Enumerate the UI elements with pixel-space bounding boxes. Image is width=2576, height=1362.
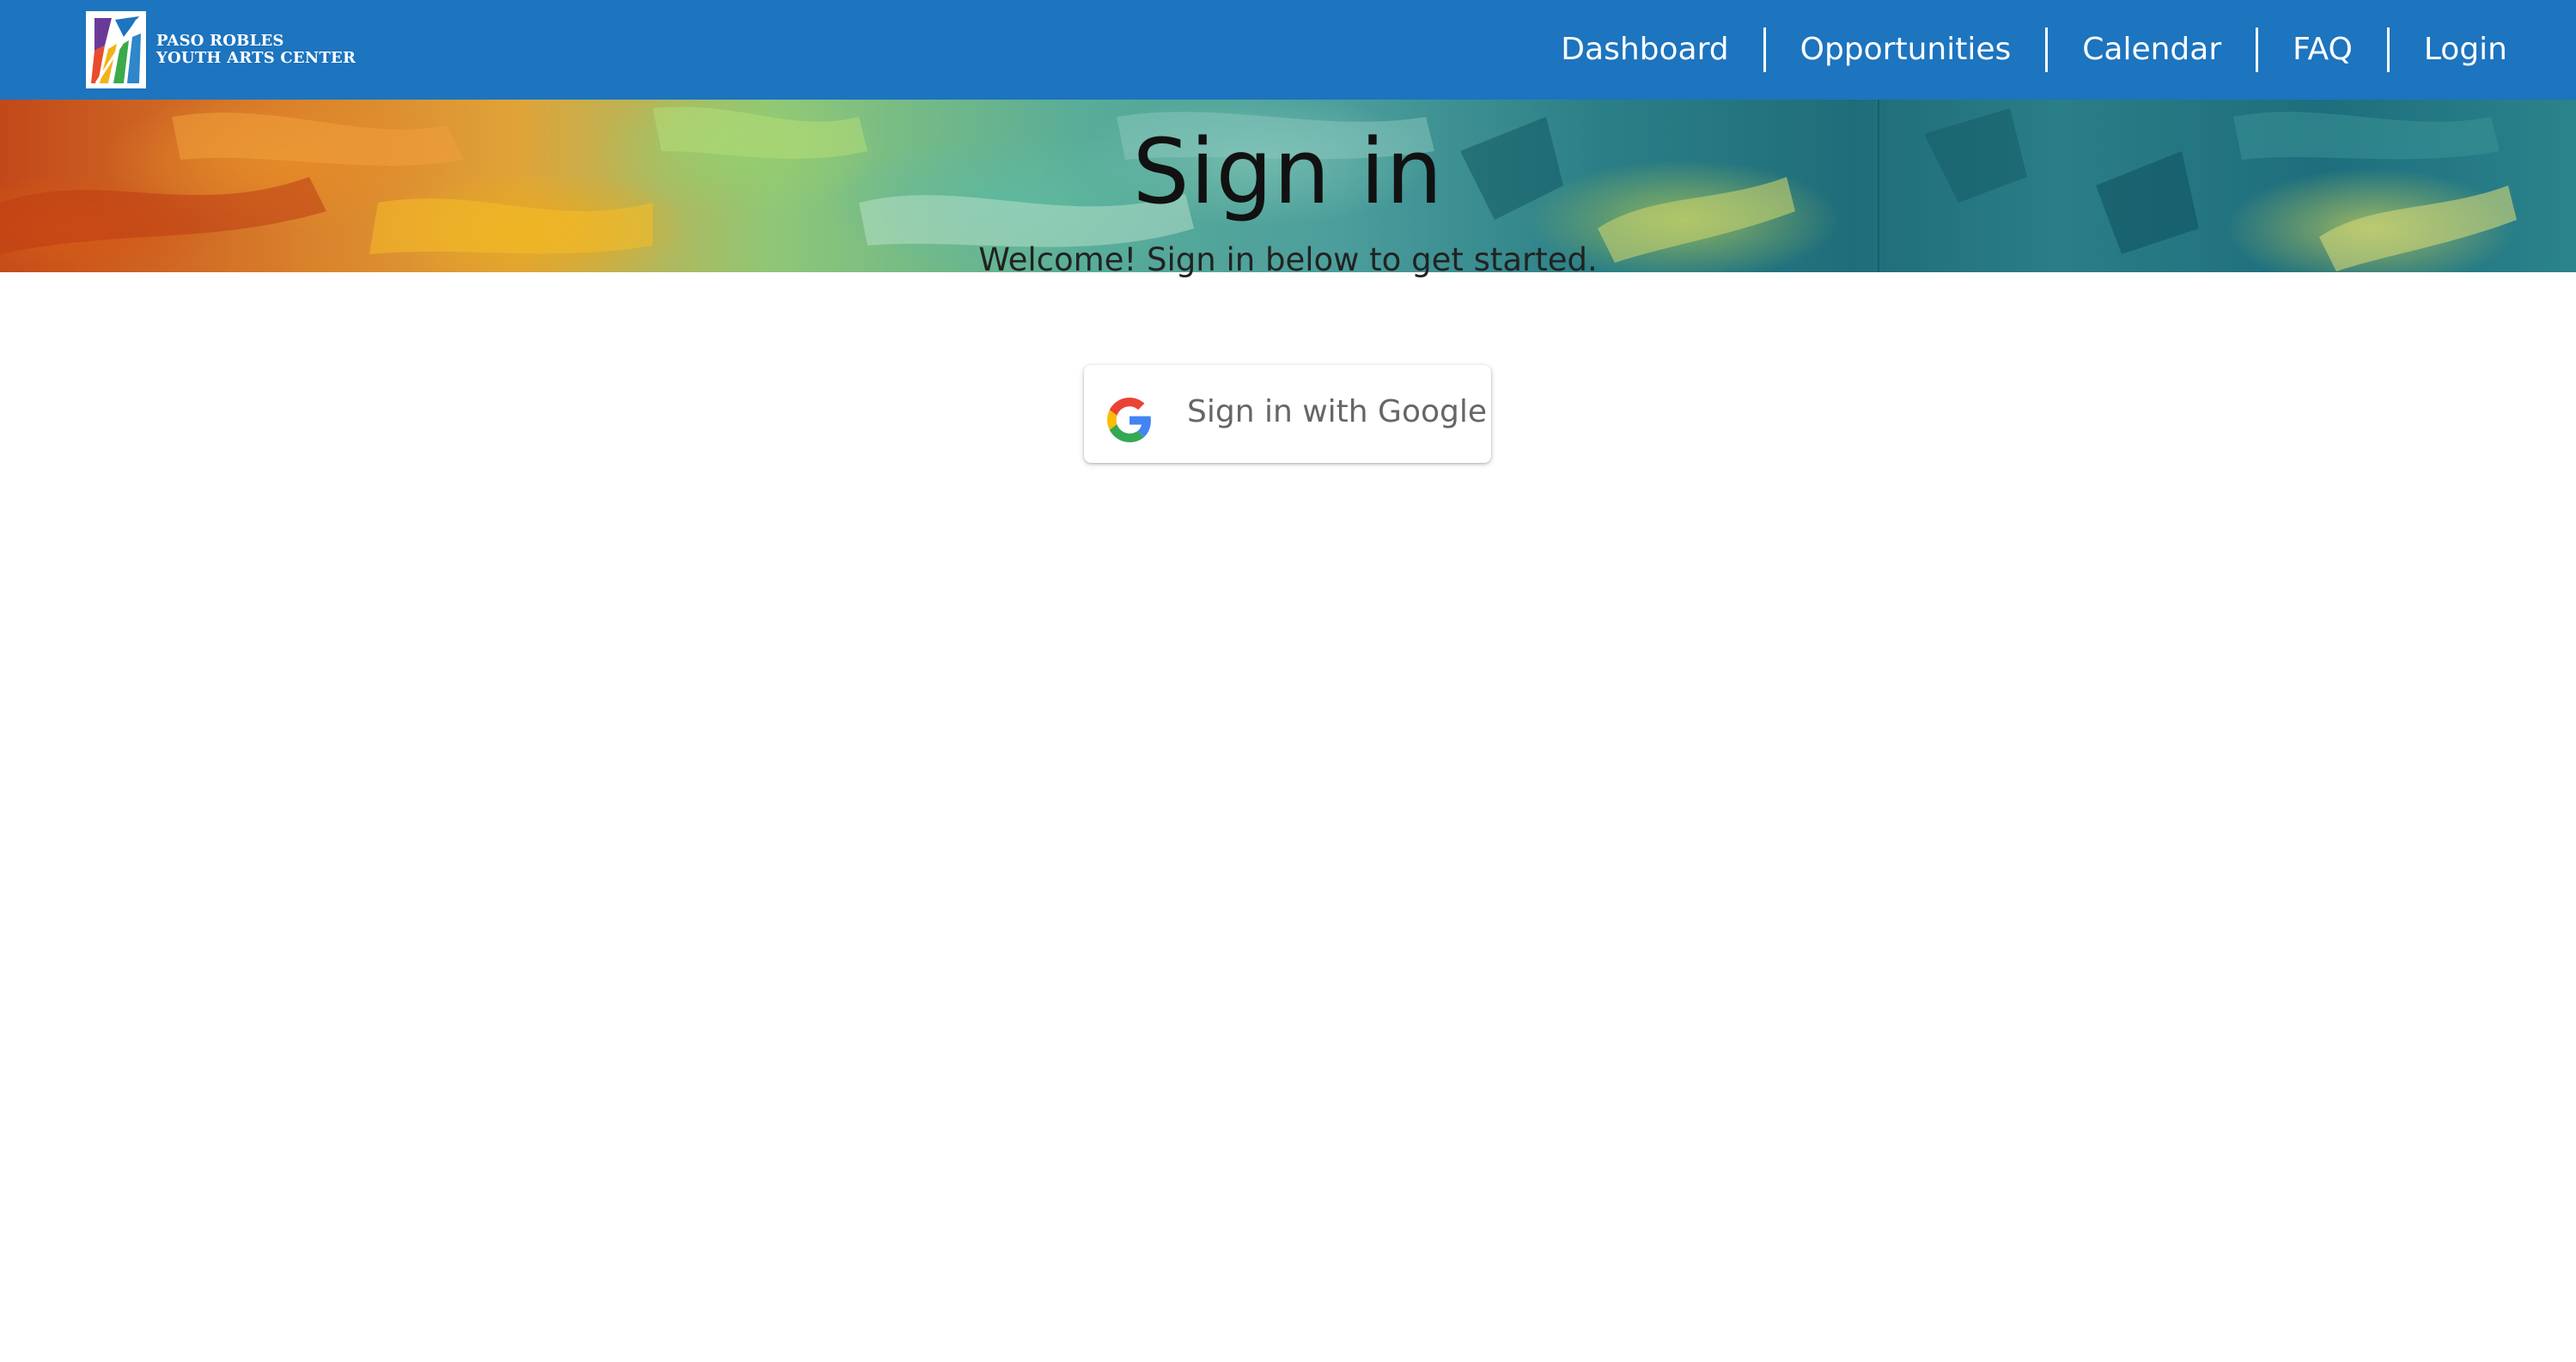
nav-faq[interactable]: FAQ [2258,28,2387,71]
sign-in-with-google-button[interactable]: Sign in with Google [1084,365,1491,463]
nav-calendar[interactable]: Calendar [2048,28,2256,71]
logo-text-line2: YOUTH ARTS CENTER [156,49,356,67]
google-button-label: Sign in with Google [1187,394,1487,429]
logo-text-line1: PASO ROBLES [156,32,284,50]
nav-dashboard[interactable]: Dashboard [1526,28,1763,71]
google-g-icon [1107,398,1152,442]
nav-opportunities[interactable]: Opportunities [1766,28,2046,71]
nav-login[interactable]: Login [2390,28,2542,71]
main-nav: Dashboard Opportunities Calendar FAQ Log… [1526,0,2542,100]
site-logo[interactable]: PASO ROBLES YOUTH ARTS CENTER [86,10,356,89]
page-subtitle: Welcome! Sign in below to get started. [978,241,1598,278]
page: PASO ROBLES YOUTH ARTS CENTER Dashboard … [0,0,2576,1362]
paso-robles-youth-arts-logo-icon [86,11,146,88]
logo-text: PASO ROBLES YOUTH ARTS CENTER [156,33,356,67]
page-title: Sign in [1132,119,1444,224]
site-header: PASO ROBLES YOUTH ARTS CENTER Dashboard … [0,0,2576,100]
